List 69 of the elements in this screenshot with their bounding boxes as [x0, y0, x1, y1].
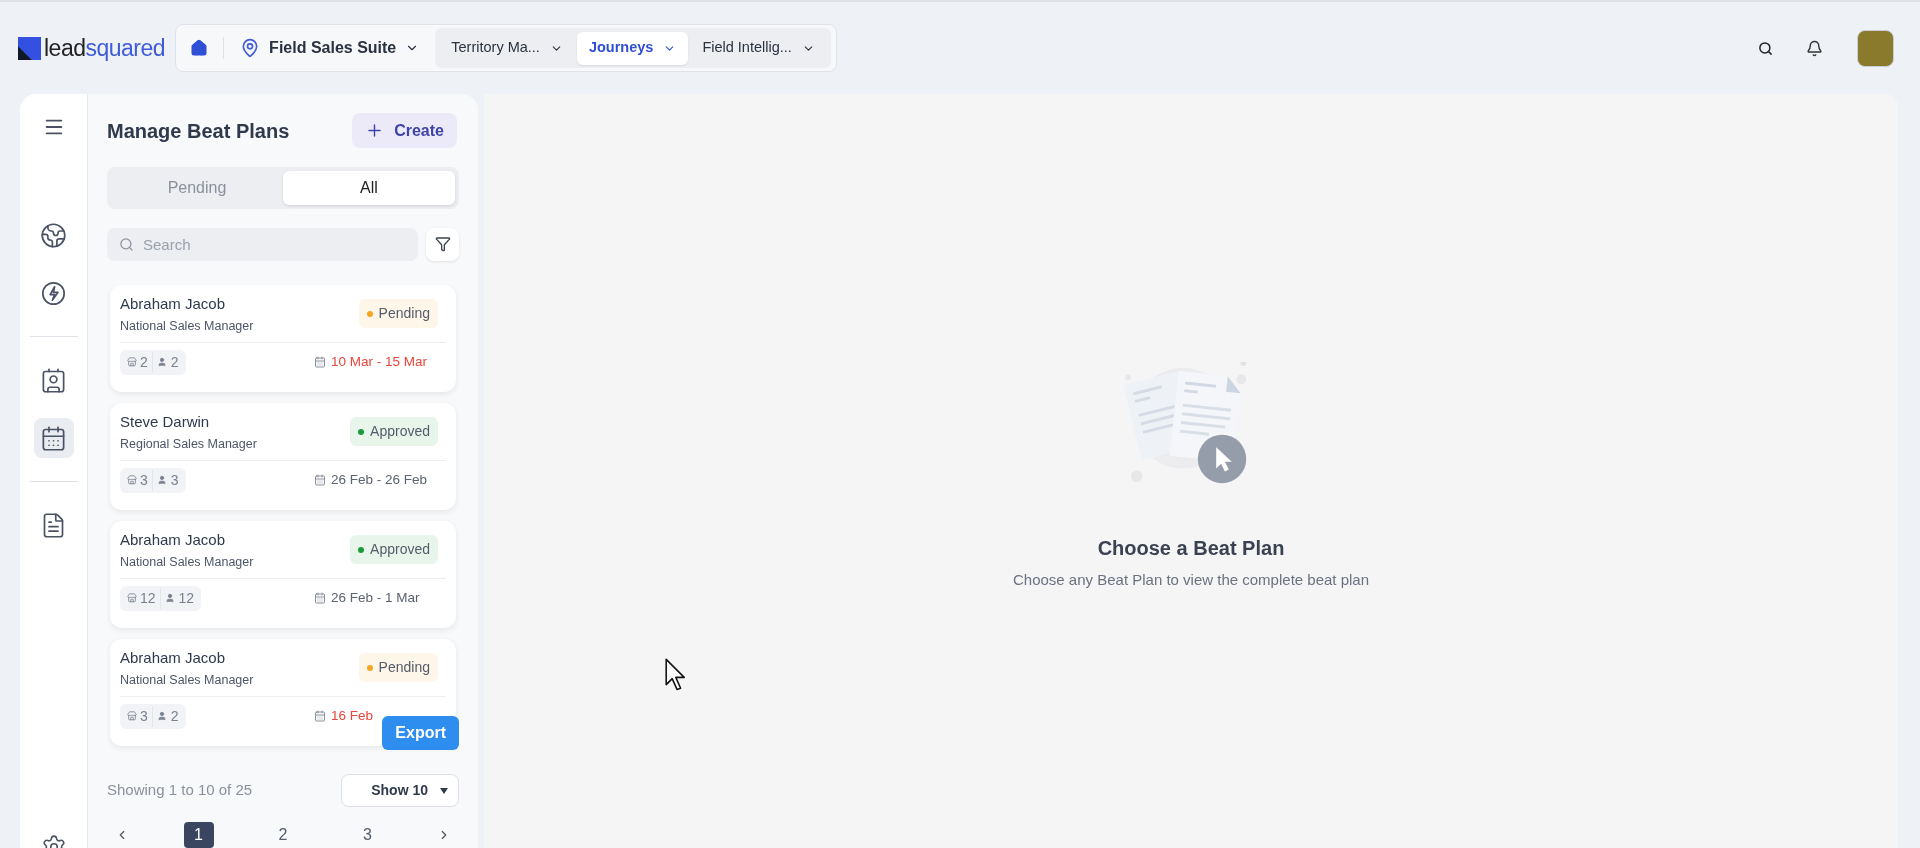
bell-icon[interactable]	[1806, 39, 1823, 57]
calendar-icon	[314, 356, 326, 369]
beat-plan-card[interactable]: Abraham Jacob National Sales Manager Approved 12 12 26 Feb - 1 Mar	[110, 520, 456, 628]
user-count: 3	[170, 470, 180, 490]
plan-date-range: 16 Feb	[331, 707, 374, 726]
plan-owner-name: Abraham Jacob	[120, 293, 227, 314]
plan-date-range: 10 Mar - 15 Mar	[331, 353, 428, 372]
results-summary: Showing 1 to 10 of 25	[107, 780, 253, 801]
search-icon	[119, 236, 134, 252]
user-count: 2	[170, 706, 180, 726]
nav-tab[interactable]: Field Intellig...	[690, 31, 827, 65]
user-icon	[164, 593, 175, 604]
page-number[interactable]: 2	[268, 822, 298, 848]
suite-menu[interactable]: Field Sales Suite	[230, 36, 430, 60]
store-icon	[127, 475, 137, 486]
user-icon	[156, 711, 167, 722]
lightning-circle-icon	[40, 279, 67, 307]
plan-owner-role: National Sales Manager	[120, 671, 254, 688]
filter-tab[interactable]: All	[283, 171, 455, 205]
plan-date-range: 26 Feb - 26 Feb	[331, 471, 428, 490]
user-count: 12	[178, 588, 196, 608]
search-field[interactable]: Search	[107, 227, 418, 261]
sidebar-item[interactable]	[33, 418, 74, 458]
empty-state-title: Choose a Beat Plan	[1097, 536, 1285, 561]
nav-tab[interactable]: Journeys	[576, 31, 689, 65]
plan-owner-name: Abraham Jacob	[120, 529, 227, 550]
outlet-count: 12	[140, 587, 161, 609]
filter-icon	[434, 236, 451, 253]
plan-owner-name: Steve Darwin	[120, 411, 211, 432]
outlet-count: 3	[140, 705, 153, 727]
status-badge: Approved	[350, 417, 438, 447]
status-badge: Pending	[358, 653, 438, 683]
logo-wordmark: leadsquared	[44, 36, 166, 60]
create-button[interactable]: Create	[352, 113, 457, 148]
plan-owner-name: Abraham Jacob	[120, 647, 227, 668]
search-icon[interactable]	[1758, 40, 1773, 56]
plan-date-range: 26 Feb - 1 Mar	[331, 589, 420, 608]
empty-state-message: Choose any Beat Plan to view the complete beat plan	[1012, 570, 1370, 590]
beat-plan-card[interactable]: Steve Darwin Regional Sales Manager Approved 3 3 26 Feb - 26 Feb	[110, 402, 456, 510]
status-badge: Pending	[358, 299, 438, 329]
user-icon	[156, 475, 167, 486]
plan-owner-role: National Sales Manager	[120, 317, 254, 334]
plan-owner-role: National Sales Manager	[120, 553, 254, 570]
avatar-photo-placeholder[interactable]	[1857, 29, 1894, 67]
globe-icon	[40, 221, 67, 249]
panel-title: Manage Beat Plans	[107, 118, 290, 144]
logo-mark-icon	[18, 36, 41, 60]
status-badge: Approved	[350, 535, 438, 565]
nav-tab[interactable]: Territory Ma...	[439, 31, 575, 65]
home-icon[interactable]	[190, 39, 209, 57]
page-size-select[interactable]: Show 10	[341, 774, 459, 807]
calendar-icon	[314, 592, 326, 605]
contact-card-icon	[40, 366, 67, 394]
page-number[interactable]: 3	[352, 822, 383, 848]
store-icon	[127, 593, 137, 604]
plan-owner-role: Regional Sales Manager	[120, 435, 257, 452]
calendar-icon	[314, 474, 326, 487]
outlet-count: 2	[140, 351, 153, 373]
beat-plan-card[interactable]: Abraham Jacob National Sales Manager Pending 2 2 10 Mar - 15 Mar	[110, 284, 456, 392]
filter-button[interactable]	[426, 227, 459, 261]
outlet-count: 3	[140, 469, 153, 491]
calendar-icon	[40, 424, 67, 452]
store-icon	[127, 711, 137, 722]
page-number[interactable]: 1	[183, 822, 214, 848]
store-icon	[127, 357, 137, 368]
user-icon	[156, 357, 167, 368]
calendar-icon	[314, 710, 326, 723]
dropdown-caret-icon	[440, 787, 448, 794]
user-count: 2	[170, 352, 180, 372]
